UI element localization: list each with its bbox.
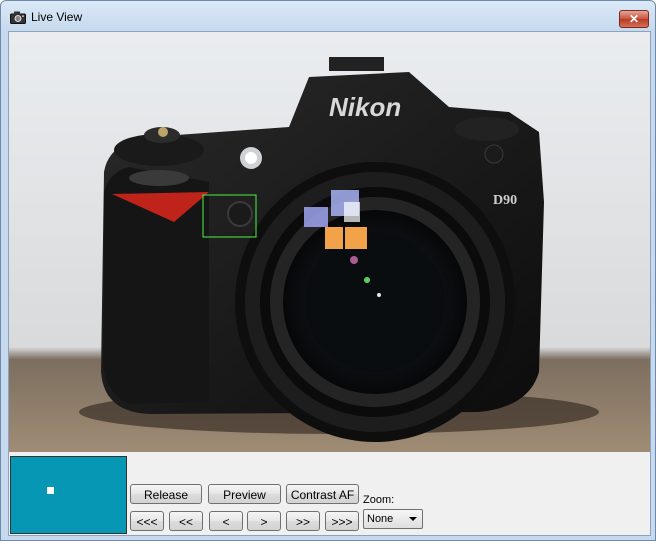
camera-icon <box>10 11 26 24</box>
nav-left-double-button[interactable]: << <box>169 511 203 531</box>
nav-left-button[interactable]: < <box>209 511 243 531</box>
chevron-down-icon <box>409 517 417 521</box>
client-area: Nikon D90 Release Preview Contrast AF <<… <box>8 31 651 536</box>
title-bar[interactable]: Live View ✕ <box>1 1 655 31</box>
camera-photo: Nikon D90 <box>9 32 650 452</box>
close-icon: ✕ <box>628 12 640 26</box>
live-view-image[interactable]: Nikon D90 <box>9 32 650 452</box>
nav-right-double-button[interactable]: >> <box>286 511 320 531</box>
preview-thumbnail[interactable] <box>10 456 127 534</box>
model-label-text: D90 <box>493 193 517 208</box>
window-title: Live View <box>31 10 83 24</box>
nav-far-left-button[interactable]: <<< <box>130 511 164 531</box>
nav-far-right-button[interactable]: >>> <box>325 511 359 531</box>
close-button[interactable]: ✕ <box>619 10 649 28</box>
zoom-select[interactable]: None <box>363 509 423 529</box>
contrast-af-button[interactable]: Contrast AF <box>286 484 359 504</box>
brand-logo-text: Nikon <box>329 92 401 122</box>
focus-position-marker[interactable] <box>47 487 54 494</box>
preview-button[interactable]: Preview <box>208 484 281 504</box>
nav-right-button[interactable]: > <box>247 511 281 531</box>
release-button[interactable]: Release <box>130 484 202 504</box>
zoom-label: Zoom: <box>363 494 395 506</box>
live-view-window: Live View ✕ Nikon D90 Release Preview Co… <box>0 0 656 541</box>
zoom-selected-value: None <box>367 513 394 525</box>
